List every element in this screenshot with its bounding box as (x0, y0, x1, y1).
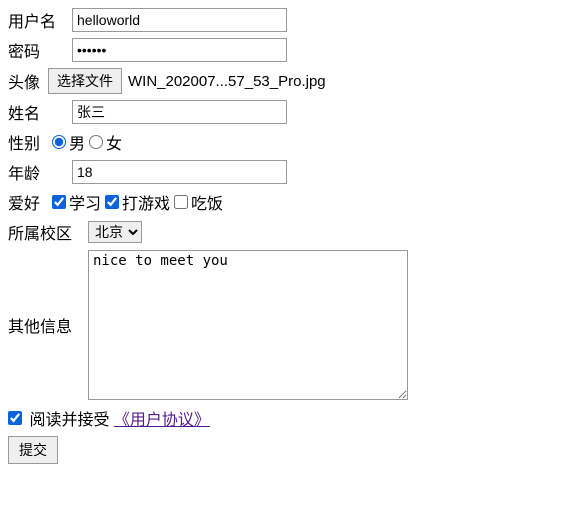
choose-file-button[interactable]: 选择文件 (48, 68, 122, 94)
gender-label: 性别 (8, 130, 48, 154)
agreement-link[interactable]: 《用户协议》 (114, 406, 210, 430)
hobby-study-label: 学习 (69, 190, 101, 214)
username-label: 用户名 (8, 8, 72, 32)
other-textarea[interactable] (88, 250, 408, 400)
password-input[interactable] (72, 38, 287, 62)
hobby-game-checkbox[interactable] (105, 195, 119, 209)
submit-row: 提交 (8, 436, 556, 464)
gender-male-radio[interactable] (52, 135, 66, 149)
avatar-filename: WIN_202007...57_53_Pro.jpg (128, 73, 326, 90)
campus-label: 所属校区 (8, 220, 88, 244)
avatar-label: 头像 (8, 69, 48, 93)
name-label: 姓名 (8, 100, 72, 124)
password-row: 密码 (8, 38, 556, 62)
campus-select[interactable]: 北京 (88, 221, 142, 243)
hobby-label: 爱好 (8, 190, 48, 214)
gender-male-label: 男 (69, 130, 85, 154)
name-input[interactable] (72, 100, 287, 124)
age-label: 年龄 (8, 160, 72, 184)
gender-female-radio[interactable] (89, 135, 103, 149)
hobby-game-label: 打游戏 (122, 190, 170, 214)
submit-button[interactable]: 提交 (8, 436, 58, 464)
agreement-prefix: 阅读并接受 (29, 406, 109, 430)
gender-female-label: 女 (106, 130, 122, 154)
username-input[interactable] (72, 8, 287, 32)
other-label: 其他信息 (8, 313, 88, 337)
name-row: 姓名 (8, 100, 556, 124)
hobby-eat-label: 吃饭 (191, 190, 223, 214)
age-row: 年龄 (8, 160, 556, 184)
agreement-row: 阅读并接受 《用户协议》 (8, 406, 556, 430)
password-label: 密码 (8, 38, 72, 62)
gender-row: 性别 男 女 (8, 130, 556, 154)
hobby-row: 爱好 学习 打游戏 吃饭 (8, 190, 556, 214)
avatar-row: 头像 选择文件 WIN_202007...57_53_Pro.jpg (8, 68, 556, 94)
other-row: 其他信息 (8, 250, 556, 400)
hobby-eat-checkbox[interactable] (174, 195, 188, 209)
campus-row: 所属校区 北京 (8, 220, 556, 244)
age-input[interactable] (72, 160, 287, 184)
hobby-study-checkbox[interactable] (52, 195, 66, 209)
username-row: 用户名 (8, 8, 556, 32)
agreement-checkbox[interactable] (8, 411, 22, 425)
